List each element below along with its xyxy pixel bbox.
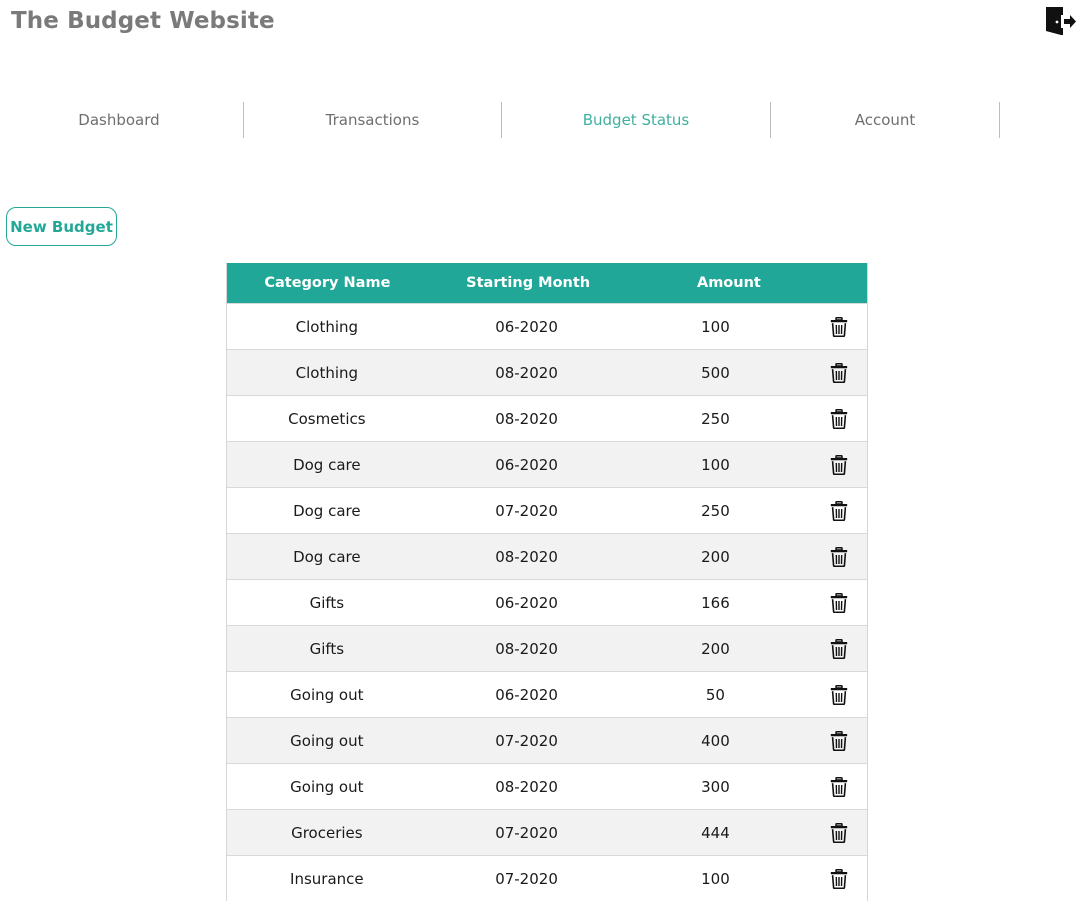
column-header-category: Category Name (264, 275, 391, 291)
column-header-amount: Amount (696, 275, 761, 291)
new-budget-button[interactable]: New Budget (6, 207, 117, 246)
tab-transactions[interactable]: Transactions (244, 102, 501, 138)
cell-starting-month: 07-2020 (495, 869, 558, 888)
trash-icon[interactable] (830, 546, 848, 567)
cell-category: Going out (290, 731, 364, 750)
cell-amount: 100 (701, 869, 730, 888)
table-row: Dog care 07-2020 250 (227, 487, 867, 533)
cell-amount: 166 (701, 593, 730, 612)
cell-category: Insurance (290, 869, 364, 888)
trash-icon[interactable] (830, 684, 848, 705)
trash-icon[interactable] (830, 868, 848, 889)
trash-icon[interactable] (830, 776, 848, 797)
cell-starting-month: 07-2020 (495, 731, 558, 750)
trash-icon[interactable] (830, 408, 848, 429)
tab-budget-status[interactable]: Budget Status (502, 102, 770, 138)
table-row: Going out 07-2020 400 (227, 717, 867, 763)
cell-amount: 100 (701, 317, 730, 336)
cell-starting-month: 08-2020 (495, 547, 558, 566)
cell-starting-month: 08-2020 (495, 777, 558, 796)
table-row: Groceries 07-2020 444 (227, 809, 867, 855)
cell-starting-month: 08-2020 (495, 363, 558, 382)
cell-starting-month: 06-2020 (495, 593, 558, 612)
cell-amount: 50 (705, 685, 725, 704)
cell-starting-month: 06-2020 (495, 685, 558, 704)
cell-amount: 100 (701, 455, 730, 474)
cell-amount: 250 (701, 409, 730, 428)
cell-amount: 444 (701, 823, 730, 842)
cell-category: Dog care (293, 501, 361, 520)
table-row: Going out 06-2020 50 (227, 671, 867, 717)
cell-amount: 250 (701, 501, 730, 520)
table-row: Cosmetics 08-2020 250 (227, 395, 867, 441)
trash-icon[interactable] (830, 822, 848, 843)
table-row: Going out 08-2020 300 (227, 763, 867, 809)
table-body: Clothing 06-2020 100 Clothing 08-2020 500 Cosm… (227, 303, 867, 901)
trash-icon[interactable] (830, 362, 848, 383)
cell-category: Gifts (309, 639, 345, 658)
table-row: Dog care 08-2020 200 (227, 533, 867, 579)
table-row: Clothing 06-2020 100 (227, 303, 867, 349)
cell-starting-month: 08-2020 (495, 409, 558, 428)
cell-category: Cosmetics (288, 409, 366, 428)
cell-category: Clothing (295, 363, 359, 382)
cell-starting-month: 06-2020 (495, 455, 558, 474)
cell-amount: 200 (701, 639, 730, 658)
logout-icon[interactable] (1043, 4, 1077, 38)
column-header-starting-month: Starting Month (466, 275, 591, 291)
trash-icon[interactable] (830, 638, 848, 659)
table-header: Category Name Starting Month Amount (227, 263, 867, 303)
cell-category: Dog care (293, 455, 361, 474)
table-row: Insurance 07-2020 100 (227, 855, 867, 901)
cell-starting-month: 06-2020 (495, 317, 558, 336)
cell-amount: 300 (701, 777, 730, 796)
trash-icon[interactable] (830, 316, 848, 337)
cell-amount: 200 (701, 547, 730, 566)
cell-amount: 400 (701, 731, 730, 750)
cell-category: Gifts (309, 593, 345, 612)
table-row: Clothing 08-2020 500 (227, 349, 867, 395)
trash-icon[interactable] (830, 592, 848, 613)
table-row: Dog care 06-2020 100 (227, 441, 867, 487)
cell-starting-month: 08-2020 (495, 639, 558, 658)
cell-starting-month: 07-2020 (495, 823, 558, 842)
trash-icon[interactable] (830, 454, 848, 475)
cell-amount: 500 (701, 363, 730, 382)
site-title: The Budget Website (11, 8, 275, 34)
trash-icon[interactable] (830, 730, 848, 751)
trash-icon[interactable] (830, 500, 848, 521)
table-row: Gifts 06-2020 166 (227, 579, 867, 625)
nav-divider (999, 102, 1000, 138)
cell-starting-month: 07-2020 (495, 501, 558, 520)
cell-category: Going out (290, 685, 364, 704)
cell-category: Groceries (291, 823, 363, 842)
cell-category: Going out (290, 777, 364, 796)
cell-category: Dog care (293, 547, 361, 566)
budget-table: Category Name Starting Month Amount Clot… (226, 263, 868, 901)
table-row: Gifts 08-2020 200 (227, 625, 867, 671)
tab-dashboard[interactable]: Dashboard (0, 102, 238, 138)
cell-category: Clothing (295, 317, 359, 336)
tab-account[interactable]: Account (771, 102, 999, 138)
